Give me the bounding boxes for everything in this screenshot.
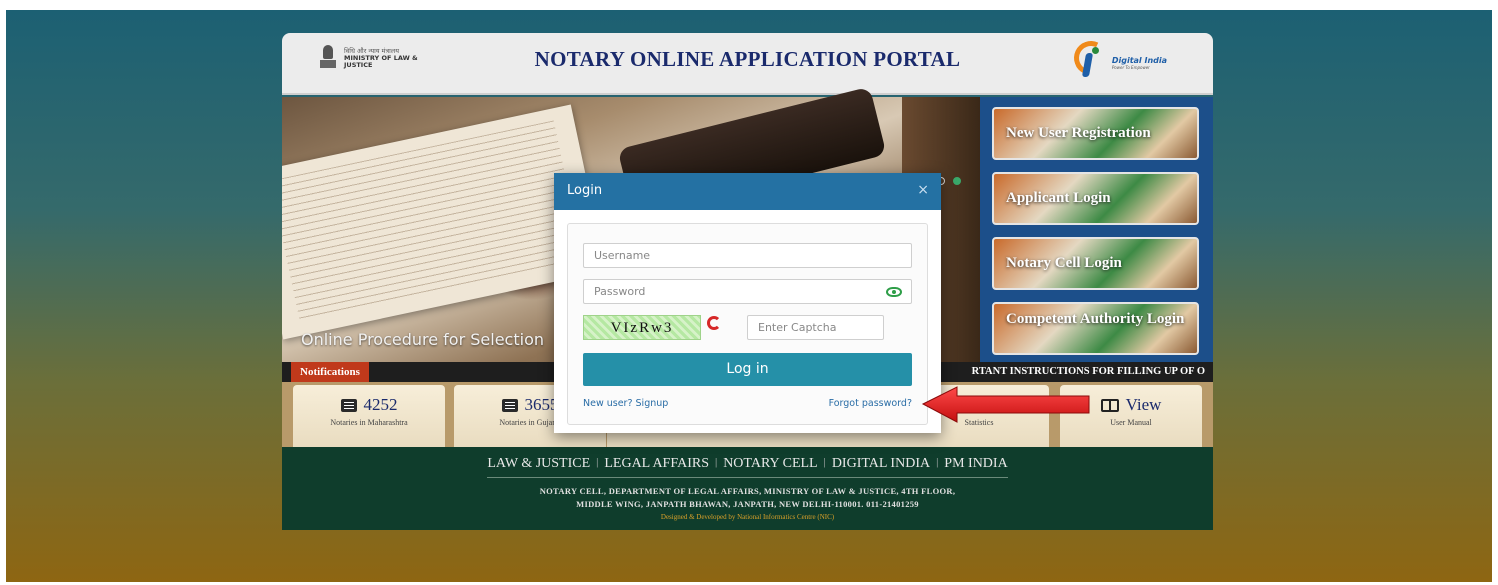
footer-links: LAW & JUSTICE | LEGAL AFFAIRS | NOTARY CEL…	[487, 456, 1008, 478]
footer-link-notary-cell[interactable]: NOTARY CELL	[723, 456, 817, 472]
digital-india-text: Digital India	[1111, 56, 1167, 65]
refresh-captcha-icon[interactable]	[707, 316, 721, 330]
footer-credit: Designed & Developed by National Informa…	[660, 513, 835, 521]
new-user-registration-button[interactable]: New User Registration	[992, 107, 1199, 160]
footer-link-pm-india[interactable]: PM INDIA	[944, 456, 1007, 472]
forgot-password-link[interactable]: Forgot password?	[829, 398, 912, 409]
login-form: Username Password VIzRw3 Enter Captcha L…	[567, 223, 928, 425]
stat-value: 4252	[363, 395, 398, 414]
footer-link-digital-india[interactable]: DIGITAL INDIA	[832, 456, 930, 472]
signup-link[interactable]: New user? Signup	[583, 398, 668, 409]
login-button[interactable]: Log in	[583, 353, 912, 386]
ticker-text[interactable]: RTANT INSTRUCTIONS FOR FILLING UP OF O	[972, 362, 1205, 382]
captcha-image: VIzRw3	[583, 315, 701, 340]
address-line-2: MIDDLE WING, JANPATH BHAWAN, JANPATH, NE…	[576, 499, 919, 509]
portal-header: विधि और न्याय मंत्रालय MINISTRY OF LAW &…	[282, 33, 1213, 95]
password-input[interactable]: Password	[583, 279, 912, 304]
footer: LAW & JUSTICE | LEGAL AFFAIRS | NOTARY CEL…	[282, 447, 1213, 530]
slider-dot-3[interactable]	[953, 177, 961, 185]
digital-india-logo[interactable]: Digital India Power To Empower	[1069, 36, 1167, 81]
address-line-1: NOTARY CELL, DEPARTMENT OF LEGAL AFFAIRS…	[539, 486, 956, 496]
competent-authority-login-button[interactable]: Competent Authority Login	[992, 302, 1199, 355]
close-icon[interactable]: ×	[917, 182, 929, 198]
show-password-icon[interactable]	[886, 287, 902, 297]
quick-links-panel: New User Registration Applicant Login No…	[980, 97, 1213, 382]
stat-label: Notaries in Maharashtra	[330, 418, 408, 427]
footer-link-legal-affairs[interactable]: LEGAL AFFAIRS	[604, 456, 709, 472]
digital-india-icon	[1069, 36, 1113, 81]
username-input[interactable]: Username	[583, 243, 912, 268]
captcha-input[interactable]: Enter Captcha	[747, 315, 884, 340]
slide-caption: Online Procedure for Selection	[301, 330, 544, 349]
modal-header: Login ×	[554, 173, 941, 210]
digital-india-tagline: Power To Empower	[1111, 65, 1150, 70]
footer-link-law-justice[interactable]: LAW & JUSTICE	[487, 456, 590, 472]
applicant-login-button[interactable]: Applicant Login	[992, 172, 1199, 225]
footer-address: NOTARY CELL, DEPARTMENT OF LEGAL AFFAIRS…	[282, 485, 1213, 511]
list-icon	[340, 398, 357, 412]
stat-card-maharashtra[interactable]: 4252 Notaries in Maharashtra	[293, 385, 445, 447]
list-icon	[501, 398, 518, 412]
modal-title: Login	[567, 183, 603, 198]
book-icon	[1100, 398, 1119, 412]
red-arrow-annotation	[921, 386, 1090, 423]
notifications-tab[interactable]: Notifications	[291, 362, 369, 382]
notary-cell-login-button[interactable]: Notary Cell Login	[992, 237, 1199, 290]
view-label: View	[1125, 395, 1162, 414]
password-placeholder: Password	[594, 285, 646, 298]
login-modal: Login × Username Password VIzRw3 Enter C…	[554, 173, 941, 433]
